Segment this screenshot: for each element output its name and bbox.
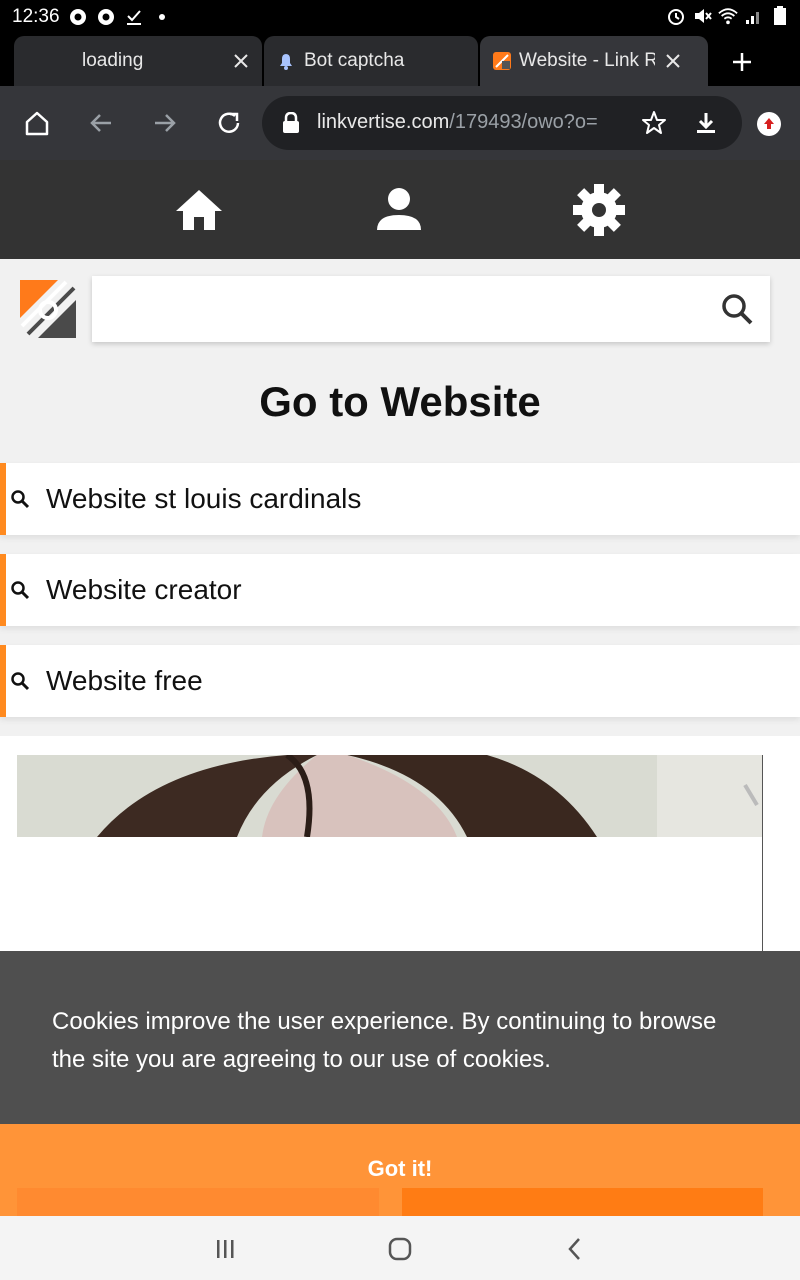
new-tab-plus-icon[interactable] xyxy=(728,48,756,76)
home-icon[interactable] xyxy=(172,184,226,236)
wifi-icon xyxy=(718,6,738,26)
tab-title: loading xyxy=(82,50,144,71)
tab-title: Bot captcha xyxy=(304,50,405,71)
back-icon[interactable] xyxy=(86,108,116,138)
search-icon[interactable] xyxy=(720,292,754,326)
download-done-icon xyxy=(124,7,144,27)
obscured-button-right[interactable] xyxy=(402,1188,763,1216)
reload-icon[interactable] xyxy=(214,108,244,138)
search-icon xyxy=(10,580,30,600)
url-host: linkvertise.com xyxy=(317,111,450,133)
search-icon xyxy=(10,671,30,691)
suggestion-label: Website free xyxy=(46,665,203,696)
address-bar[interactable]: linkvertise.com/179493/owo?o= xyxy=(262,96,742,150)
obscured-button-left[interactable] xyxy=(17,1188,379,1216)
ad-image[interactable] xyxy=(17,755,763,837)
browser-tab-strip: loading Bot captcha Website - Link Re xyxy=(0,34,800,86)
status-left-icons xyxy=(68,7,172,27)
suggestion-label: Website st louis cardinals xyxy=(46,483,362,514)
cookie-banner: Cookies improve the user experience. By … xyxy=(0,951,800,1124)
search-input[interactable] xyxy=(92,276,770,342)
recent-apps-icon[interactable] xyxy=(210,1234,240,1264)
tab-loading[interactable]: loading xyxy=(14,36,262,86)
mute-icon xyxy=(692,6,712,26)
search-suggestion-item[interactable]: Website free xyxy=(0,645,800,717)
linkvertise-favicon-icon xyxy=(492,51,512,71)
tab-title: Website - Link Re xyxy=(519,50,655,71)
search-suggestion-item[interactable]: Website st louis cardinals xyxy=(0,463,800,535)
tab-bot-captcha[interactable]: Bot captcha xyxy=(264,36,478,86)
home-outline-icon[interactable] xyxy=(22,108,52,138)
forward-icon[interactable] xyxy=(150,108,180,138)
chrome-notification-icon xyxy=(96,7,116,27)
user-icon[interactable] xyxy=(372,184,426,236)
got-it-label: Got it! xyxy=(367,1156,433,1181)
gear-icon[interactable] xyxy=(572,184,626,236)
bell-favicon-icon xyxy=(276,51,296,71)
status-time: 12:36 xyxy=(12,6,60,27)
close-icon[interactable] xyxy=(230,50,252,72)
download-icon[interactable] xyxy=(692,109,720,137)
cookie-message: Cookies improve the user experience. By … xyxy=(52,1008,717,1073)
alarm-icon xyxy=(666,6,686,26)
more-notifications-dot-icon xyxy=(152,7,172,27)
url-text[interactable]: linkvertise.com/179493/owo?o= xyxy=(317,111,627,134)
url-path: /179493/owo?o= xyxy=(449,111,598,133)
battery-icon xyxy=(770,6,790,26)
star-icon[interactable] xyxy=(640,109,668,137)
page-title: Go to Website xyxy=(259,378,541,425)
tab-website-link[interactable]: Website - Link Re xyxy=(480,36,708,86)
lock-icon[interactable] xyxy=(282,111,300,134)
android-nav-bar xyxy=(0,1216,800,1280)
search-suggestion-item[interactable]: Website creator xyxy=(0,554,800,626)
back-button-icon[interactable] xyxy=(560,1234,590,1264)
chrome-notification-icon xyxy=(68,7,88,27)
search-icon xyxy=(10,489,30,509)
linkvertise-logo[interactable] xyxy=(18,278,78,340)
close-icon[interactable] xyxy=(662,50,684,72)
extension-upload-icon[interactable] xyxy=(757,112,781,136)
suggestion-label: Website creator xyxy=(46,574,242,605)
status-bar: 12:36 xyxy=(0,0,800,34)
site-nav-bar xyxy=(0,160,800,259)
home-button-icon[interactable] xyxy=(385,1234,415,1264)
browser-toolbar: linkvertise.com/179493/owo?o= xyxy=(0,86,800,160)
signal-icon xyxy=(744,6,764,26)
status-right-icons xyxy=(666,6,790,26)
